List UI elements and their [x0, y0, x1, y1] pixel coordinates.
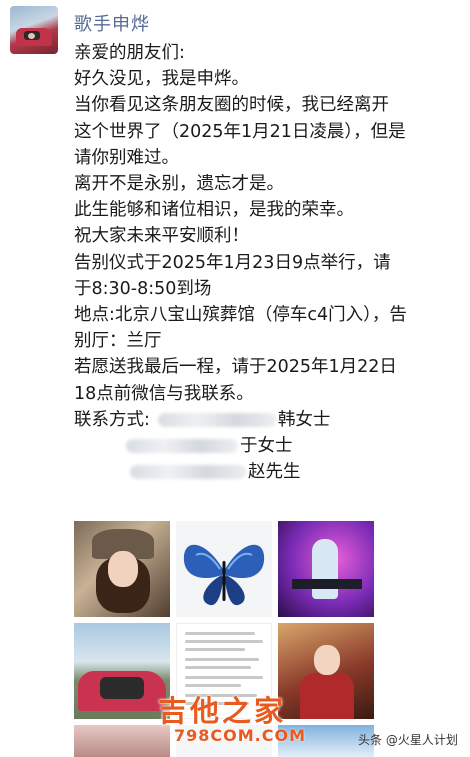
photo-thumbnail[interactable]: [74, 725, 170, 757]
post-line: 若愿送我最后一程，请于2025年1月22日: [74, 357, 397, 378]
post-line: 18点前微信与我联系。: [74, 383, 254, 404]
contact-line-zhao: 赵先生: [74, 459, 466, 485]
post-line: 地点:北京八宝山殡葬馆（停车c4门入），告: [74, 305, 407, 326]
blurred-phone-number: [126, 439, 238, 454]
post-line: 离开不是永别，遗忘才是。: [74, 174, 284, 195]
blurred-phone-number: [157, 412, 276, 427]
post-line: 于8:30-8:50到场: [74, 278, 212, 299]
contact-name: 韩女士: [277, 409, 331, 430]
photo-thumbnail[interactable]: [278, 623, 374, 719]
blurred-phone-number: [130, 465, 246, 480]
photo-thumbnail[interactable]: [74, 623, 170, 719]
post-line: 请你别难过。: [74, 147, 179, 168]
photo-thumbnail[interactable]: [278, 521, 374, 617]
post-line: 亲爱的朋友们:: [74, 43, 185, 63]
author-name[interactable]: 歌手申烨: [74, 10, 150, 36]
post-text: 亲爱的朋友们: 好久没见，我是申烨。 当你看见这条朋友圈的时候，我已经离开 这个…: [74, 40, 466, 485]
contact-name: 赵先生: [248, 462, 301, 483]
source-credit: 头条 @火星人计划: [358, 733, 458, 747]
author-avatar[interactable]: [10, 6, 58, 54]
post-line: 好久没见，我是申烨。: [74, 69, 249, 90]
photo-thumbnail[interactable]: [176, 521, 272, 617]
butterfly-image: [183, 544, 265, 606]
contact-label: 联系方式:: [74, 409, 150, 430]
post-line: 祝大家未来平安顺利！: [74, 226, 249, 247]
contact-line-han: 联系方式: 韩女士: [74, 407, 466, 433]
post-line: 别厅：兰厅: [74, 331, 162, 352]
post-line: 此生能够和诸位相识，是我的荣幸。: [74, 200, 354, 221]
post-line: 这个世界了（2025年1月21日凌晨），但是: [74, 121, 406, 142]
contact-name: 于女士: [240, 436, 293, 457]
post-line: 告别仪式于2025年1月23日9点举行，请: [74, 252, 391, 273]
site-watermark: 吉他之家: [158, 694, 287, 728]
photo-thumbnail[interactable]: [74, 521, 170, 617]
contact-line-yu: 于女士: [74, 433, 466, 459]
site-watermark-url: 798COM.COM: [174, 726, 307, 745]
post-line: 当你看见这条朋友圈的时候，我已经离开: [74, 95, 389, 116]
